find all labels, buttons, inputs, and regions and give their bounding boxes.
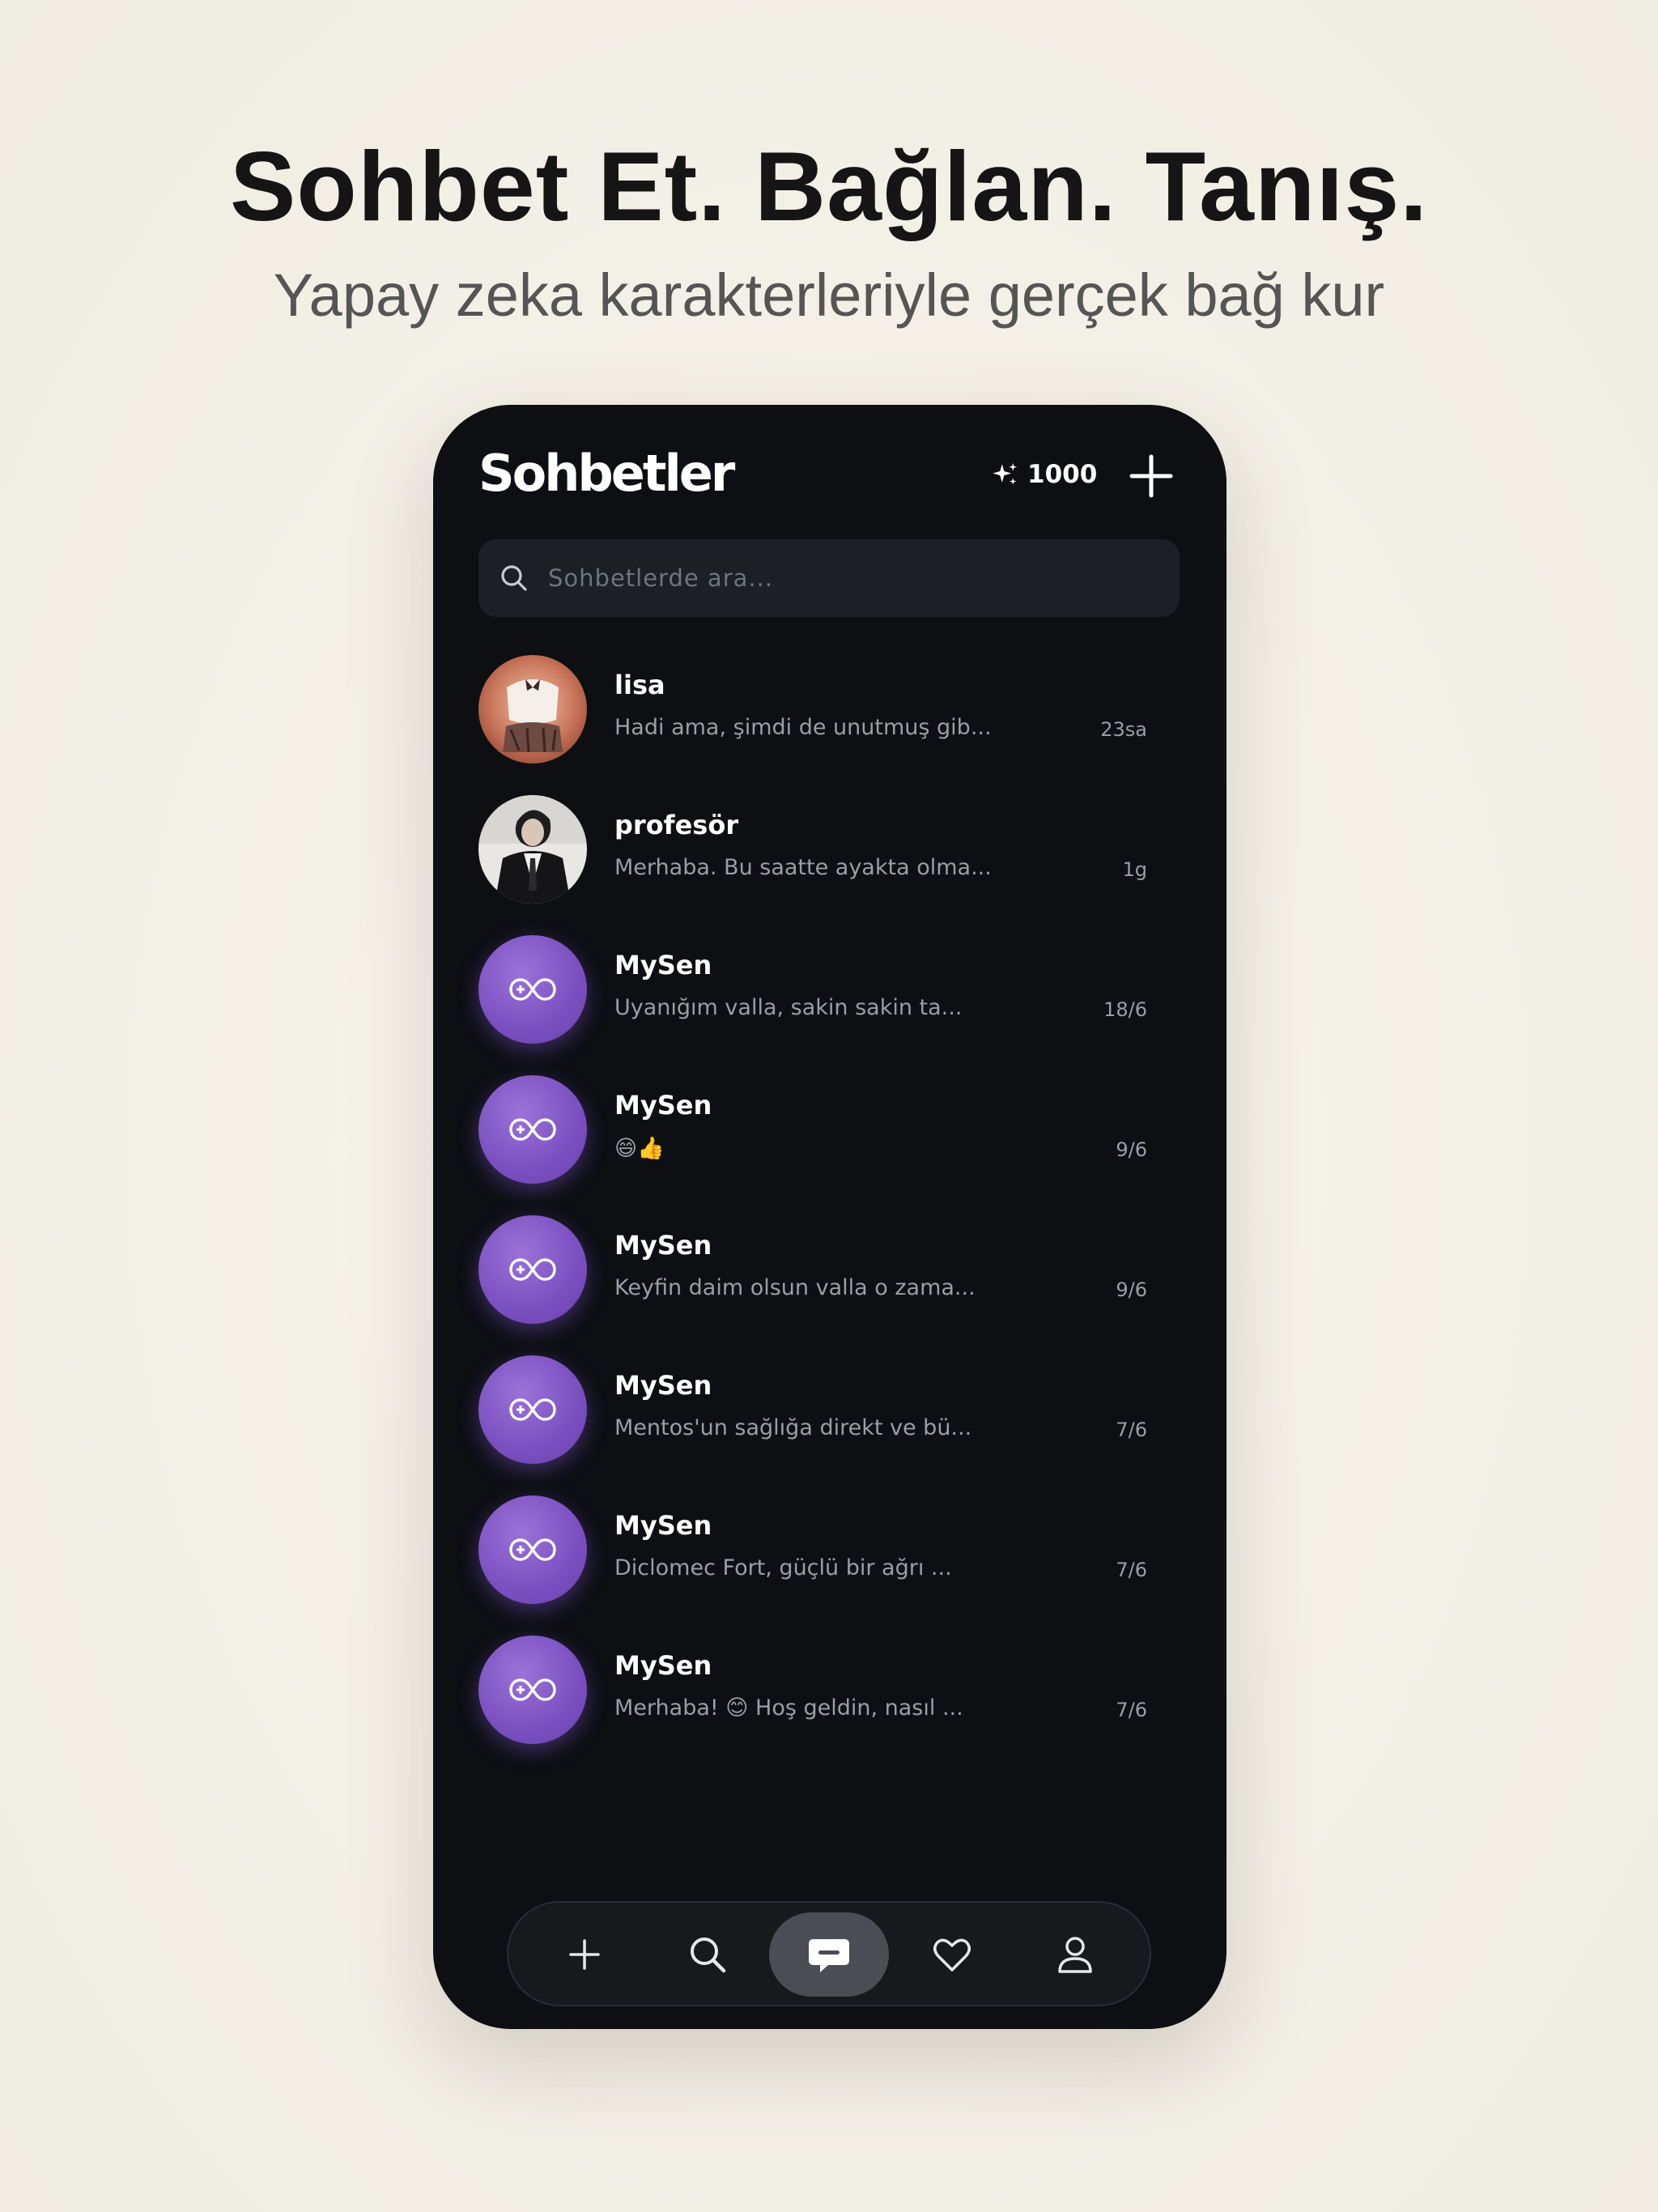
chat-list: lisa Hadi ama, şimdi de unutmuş gib... 2… — [478, 653, 1180, 1774]
chat-preview: Diclomec Fort, güçlü bir ağrı ... — [614, 1555, 952, 1580]
chat-item[interactable]: MySen Keyfin daim olsun valla o zama... … — [478, 1214, 1180, 1354]
chat-item[interactable]: lisa Hadi ama, şimdi de unutmuş gib... 2… — [478, 653, 1180, 793]
infinity-chat-icon — [509, 1398, 556, 1421]
chat-time: 7/6 — [1116, 1419, 1147, 1441]
infinity-chat-icon — [509, 1258, 556, 1281]
avatar — [478, 1075, 587, 1184]
chat-time: 7/6 — [1116, 1699, 1147, 1721]
avatar — [478, 655, 587, 764]
chat-name: profesör — [614, 810, 739, 840]
credits-count: 1000 — [1027, 460, 1098, 489]
headline: Sohbet Et. Bağlan. Tanış. — [229, 131, 1429, 241]
chat-preview: Merhaba! 😊 Hoş geldin, nasıl ... — [614, 1695, 963, 1721]
chat-icon — [809, 1939, 849, 1972]
chat-name: MySen — [614, 1650, 712, 1681]
nav-search-button[interactable] — [648, 1912, 767, 1997]
bottom-nav — [507, 1901, 1151, 2006]
chat-preview: Uyanığım valla, sakin sakin ta... — [614, 995, 963, 1020]
heart-icon — [933, 1938, 971, 1972]
nav-favorites-button[interactable] — [892, 1912, 1012, 1997]
search-icon — [691, 1938, 726, 1973]
avatar — [478, 1355, 587, 1464]
chat-preview: Mentos'un sağlığa direkt ve bü... — [614, 1415, 972, 1440]
phone-screen: Sohbetler 1000 Sohbetlerde ara... lisa H… — [433, 405, 1226, 2029]
infinity-chat-icon — [509, 1678, 556, 1701]
chat-name: lisa — [614, 670, 665, 700]
chat-preview: Merhaba. Bu saatte ayakta olma... — [614, 855, 992, 880]
chat-name: MySen — [614, 1090, 712, 1121]
profile-icon — [1058, 1937, 1092, 1973]
chat-name: MySen — [614, 1510, 712, 1541]
search-input[interactable] — [546, 564, 1165, 593]
infinity-chat-icon — [509, 1118, 556, 1141]
infinity-chat-icon — [509, 1538, 556, 1561]
avatar — [478, 1215, 587, 1324]
chat-item[interactable]: MySen 😄👍 9/6 — [478, 1074, 1180, 1214]
chat-name: MySen — [614, 1230, 712, 1261]
chat-time: 18/6 — [1103, 998, 1147, 1021]
avatar — [478, 935, 587, 1044]
chat-preview: Keyfin daim olsun valla o zama... — [614, 1275, 976, 1300]
new-chat-button[interactable] — [1125, 450, 1177, 502]
avatar — [478, 1495, 587, 1604]
plus-icon — [569, 1939, 600, 1970]
chat-item[interactable]: MySen Diclomec Fort, güçlü bir ağrı ... … — [478, 1494, 1180, 1634]
chat-time: 1g — [1122, 858, 1147, 881]
chat-time: 7/6 — [1116, 1559, 1147, 1581]
nav-create-button[interactable] — [525, 1912, 644, 1997]
avatar — [478, 795, 587, 904]
chat-time: 9/6 — [1116, 1138, 1147, 1161]
nav-chats-button[interactable] — [769, 1912, 889, 1997]
page-title: Sohbetler — [478, 444, 735, 503]
chat-item[interactable]: MySen Mentos'un sağlığa direkt ve bü... … — [478, 1354, 1180, 1494]
chat-item[interactable]: MySen Merhaba! 😊 Hoş geldin, nasıl ... 7… — [478, 1634, 1180, 1774]
chat-item[interactable]: profesör Merhaba. Bu saatte ayakta olma.… — [478, 793, 1180, 934]
chat-time: 23sa — [1100, 718, 1147, 741]
sparkle-icon — [993, 462, 1018, 485]
subheadline: Yapay zeka karakterleriyle gerçek bağ ku… — [273, 262, 1385, 329]
search-bar[interactable] — [478, 539, 1180, 617]
chat-name: MySen — [614, 950, 712, 981]
credits-badge[interactable]: 1000 — [992, 460, 1097, 489]
nav-profile-button[interactable] — [1015, 1912, 1135, 1997]
chat-name: MySen — [614, 1370, 712, 1401]
avatar — [478, 1636, 587, 1744]
chat-item[interactable]: MySen Uyanığım valla, sakin sakin ta... … — [478, 934, 1180, 1074]
chat-preview: 😄👍 — [614, 1136, 665, 1161]
plus-icon — [1129, 454, 1173, 498]
search-icon — [501, 565, 527, 591]
infinity-chat-icon — [509, 978, 556, 1001]
chat-preview: Hadi ama, şimdi de unutmuş gib... — [614, 715, 992, 740]
chat-time: 9/6 — [1116, 1278, 1147, 1301]
